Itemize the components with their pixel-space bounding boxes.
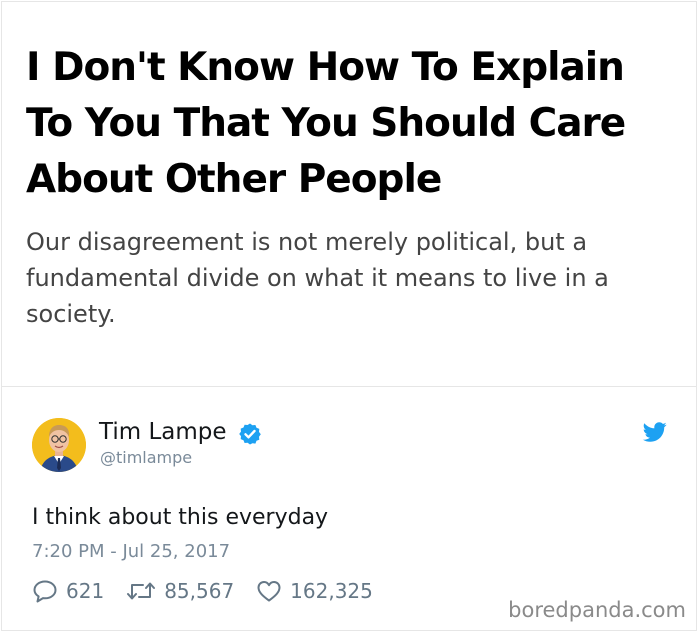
article-headline[interactable]: I Don't Know How To Explain To You That … — [26, 40, 676, 208]
reply-icon — [33, 580, 57, 603]
twitter-bird-icon[interactable] — [642, 420, 668, 444]
watermark: boredpanda.com — [508, 598, 686, 622]
article-subtitle: Our disagreement is not merely political… — [26, 228, 609, 328]
author-handle[interactable]: @timlampe — [100, 447, 192, 469]
reply-count: 621 — [66, 579, 105, 603]
heart-icon — [257, 581, 281, 602]
retweet-count: 85,567 — [164, 579, 235, 603]
tweet-text: I think about this everyday — [32, 505, 329, 530]
tweet-timestamp[interactable]: 7:20 PM - Jul 25, 2017 — [32, 539, 230, 565]
retweet-button[interactable]: 85,567 — [126, 579, 234, 603]
tweet-actions: 621 85,567 162,325 — [32, 576, 373, 606]
author-name[interactable]: Tim Lampe — [99, 417, 227, 447]
verified-badge-icon — [239, 423, 261, 445]
card-divider — [1, 386, 697, 387]
avatar[interactable] — [32, 418, 86, 472]
reply-button[interactable]: 621 — [32, 579, 104, 603]
retweet-icon — [127, 582, 156, 600]
like-count: 162,325 — [290, 579, 373, 603]
like-button[interactable]: 162,325 — [256, 579, 373, 603]
